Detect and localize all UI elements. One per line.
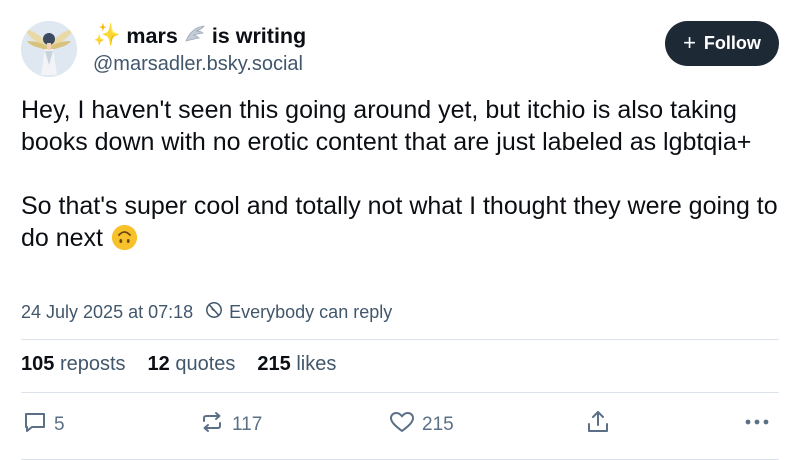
divider [21, 339, 779, 340]
repost-count: 117 [232, 414, 263, 435]
likes-stat[interactable]: 215 likes [257, 353, 336, 376]
share-icon [585, 409, 611, 441]
post-meta: 24 July 2025 at 07:18 Everybody can repl… [21, 301, 392, 324]
more-icon [742, 409, 772, 441]
wing-icon [184, 22, 206, 50]
globe-no-icon [205, 301, 223, 324]
repost-button[interactable]: 117 [198, 408, 262, 442]
post-card: ✨ mars is writing @marsadler.bsky.social… [0, 0, 800, 460]
more-options-button[interactable] [742, 408, 772, 442]
reply-permission[interactable]: Everybody can reply [205, 301, 392, 324]
avatar[interactable] [21, 21, 77, 77]
reply-icon [22, 409, 48, 441]
reply-button[interactable]: 5 [22, 408, 65, 442]
like-button[interactable]: 215 [388, 408, 454, 442]
author-handle[interactable]: @marsadler.bsky.social [93, 51, 306, 77]
sparkles-icon: ✨ [93, 23, 121, 48]
plus-icon: + [683, 29, 696, 55]
upside-down-face-icon [111, 225, 137, 250]
follow-label: Follow [703, 33, 761, 53]
repost-icon [198, 409, 226, 441]
author-block: ✨ mars is writing @marsadler.bsky.social [93, 22, 306, 77]
quotes-stat[interactable]: 12 quotes [148, 353, 236, 376]
reply-permission-label: Everybody can reply [229, 302, 393, 322]
display-name-part1: mars [126, 24, 178, 48]
reposts-stat[interactable]: 105 reposts [21, 353, 126, 376]
avatar-image [21, 21, 77, 77]
post-text: Hey, I haven't seen this going around ye… [21, 94, 781, 254]
display-name[interactable]: ✨ mars is writing [93, 22, 306, 50]
post-paragraph-2: So that's super cool and totally not wha… [21, 190, 781, 254]
heart-icon [388, 409, 416, 441]
post-paragraph-1: Hey, I haven't seen this going around ye… [21, 96, 752, 156]
display-name-part2: is writing [211, 24, 307, 48]
reply-count: 5 [54, 414, 65, 435]
divider [21, 392, 779, 393]
engagement-stats: 105 reposts 12 quotes 215 likes [21, 353, 336, 376]
follow-button[interactable]: + Follow [665, 21, 779, 66]
post-timestamp[interactable]: 24 July 2025 at 07:18 [21, 302, 193, 323]
action-bar: 5 117 215 [0, 408, 800, 442]
like-count: 215 [422, 414, 454, 435]
share-button[interactable] [585, 408, 611, 442]
